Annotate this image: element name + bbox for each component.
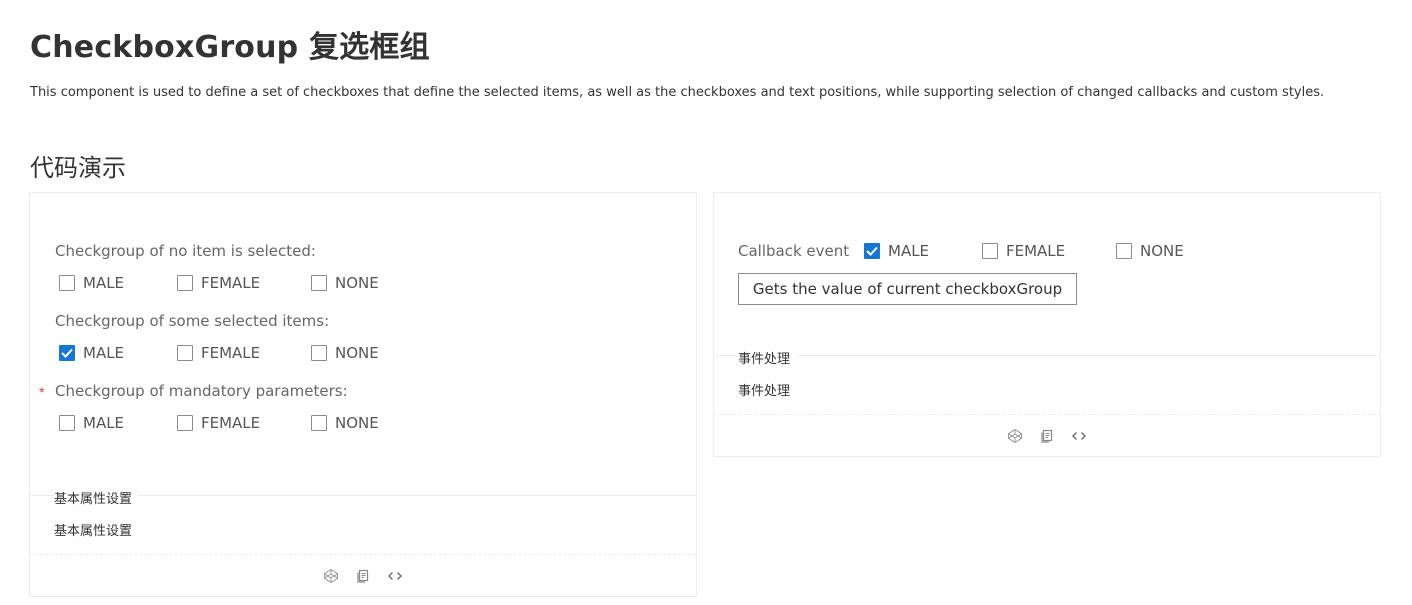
- checkbox-box[interactable]: [311, 345, 327, 361]
- checkbox-box[interactable]: [982, 243, 998, 259]
- checkbox-label: NONE: [335, 274, 379, 292]
- checkbox-none[interactable]: NONE: [1116, 242, 1184, 260]
- checkbox-group-some-selected: MALE FEMALE NONE: [59, 342, 379, 364]
- checkbox-box[interactable]: [59, 415, 75, 431]
- checkbox-none[interactable]: NONE: [311, 414, 379, 432]
- checkbox-label: NONE: [335, 344, 379, 362]
- required-mark: *: [39, 384, 45, 400]
- code-icon[interactable]: [1070, 427, 1088, 445]
- checkbox-label: MALE: [888, 242, 930, 260]
- checkbox-male[interactable]: MALE: [864, 242, 982, 260]
- checkbox-male[interactable]: MALE: [59, 344, 177, 362]
- meta-divider: [714, 355, 1380, 356]
- checkbox-male[interactable]: MALE: [59, 274, 177, 292]
- checkbox-label: FEMALE: [201, 274, 261, 292]
- checkbox-female[interactable]: FEMALE: [177, 414, 311, 432]
- checkbox-group-mandatory: MALE FEMALE NONE: [59, 412, 379, 434]
- demo-card-callback: Callback event MALE FEMALE NONE Gets the…: [713, 192, 1381, 457]
- group-label-none-selected: Checkgroup of no item is selected:: [55, 242, 316, 260]
- meta-title: 事件处理: [738, 348, 797, 367]
- checkbox-female[interactable]: FEMALE: [177, 274, 311, 292]
- section-title: 代码演示: [30, 154, 126, 182]
- copy-icon[interactable]: [1038, 427, 1056, 445]
- actions-divider: [30, 554, 696, 555]
- checkbox-label: MALE: [83, 274, 125, 292]
- get-value-button[interactable]: Gets the value of current checkboxGroup: [738, 273, 1077, 305]
- checkbox-label: NONE: [335, 414, 379, 432]
- checkbox-label: FEMALE: [1006, 242, 1066, 260]
- code-actions: [322, 567, 404, 585]
- checkbox-box[interactable]: [177, 345, 193, 361]
- checkbox-box[interactable]: [59, 345, 75, 361]
- copy-icon[interactable]: [354, 567, 372, 585]
- code-actions: [1006, 427, 1088, 445]
- checkbox-box[interactable]: [864, 243, 880, 259]
- checkbox-box[interactable]: [311, 415, 327, 431]
- checkbox-female[interactable]: FEMALE: [982, 242, 1116, 260]
- codepen-icon[interactable]: [1006, 427, 1024, 445]
- code-icon[interactable]: [386, 567, 404, 585]
- checkbox-female[interactable]: FEMALE: [177, 344, 311, 362]
- meta-description: 基本属性设置: [54, 524, 133, 539]
- checkbox-box[interactable]: [1116, 243, 1132, 259]
- checkbox-male[interactable]: MALE: [59, 414, 177, 432]
- checkbox-label: FEMALE: [201, 344, 261, 362]
- checkbox-label: MALE: [83, 414, 125, 432]
- checkbox-group-none-selected: MALE FEMALE NONE: [59, 272, 379, 294]
- checkbox-box[interactable]: [311, 275, 327, 291]
- checkbox-box[interactable]: [59, 275, 75, 291]
- checkbox-none[interactable]: NONE: [311, 274, 379, 292]
- codepen-icon[interactable]: [322, 567, 340, 585]
- page-description: This component is used to define a set o…: [30, 85, 1325, 100]
- group-label-mandatory: Checkgroup of mandatory parameters:: [55, 382, 348, 400]
- group-label-some-selected: Checkgroup of some selected items:: [55, 312, 330, 330]
- checkbox-box[interactable]: [177, 415, 193, 431]
- group-label-callback: Callback event: [738, 242, 850, 260]
- checkbox-group-callback: Callback event MALE FEMALE NONE: [738, 240, 1184, 262]
- meta-description: 事件处理: [738, 384, 791, 399]
- checkbox-none[interactable]: NONE: [311, 344, 379, 362]
- checkbox-label: FEMALE: [201, 414, 261, 432]
- page-title: CheckboxGroup 复选框组: [30, 30, 430, 65]
- checkbox-label: MALE: [83, 344, 125, 362]
- meta-title: 基本属性设置: [54, 488, 139, 507]
- checkbox-label: NONE: [1140, 242, 1184, 260]
- checkbox-box[interactable]: [177, 275, 193, 291]
- demo-card-basic: Checkgroup of no item is selected: MALE …: [29, 192, 697, 597]
- actions-divider: [714, 414, 1380, 415]
